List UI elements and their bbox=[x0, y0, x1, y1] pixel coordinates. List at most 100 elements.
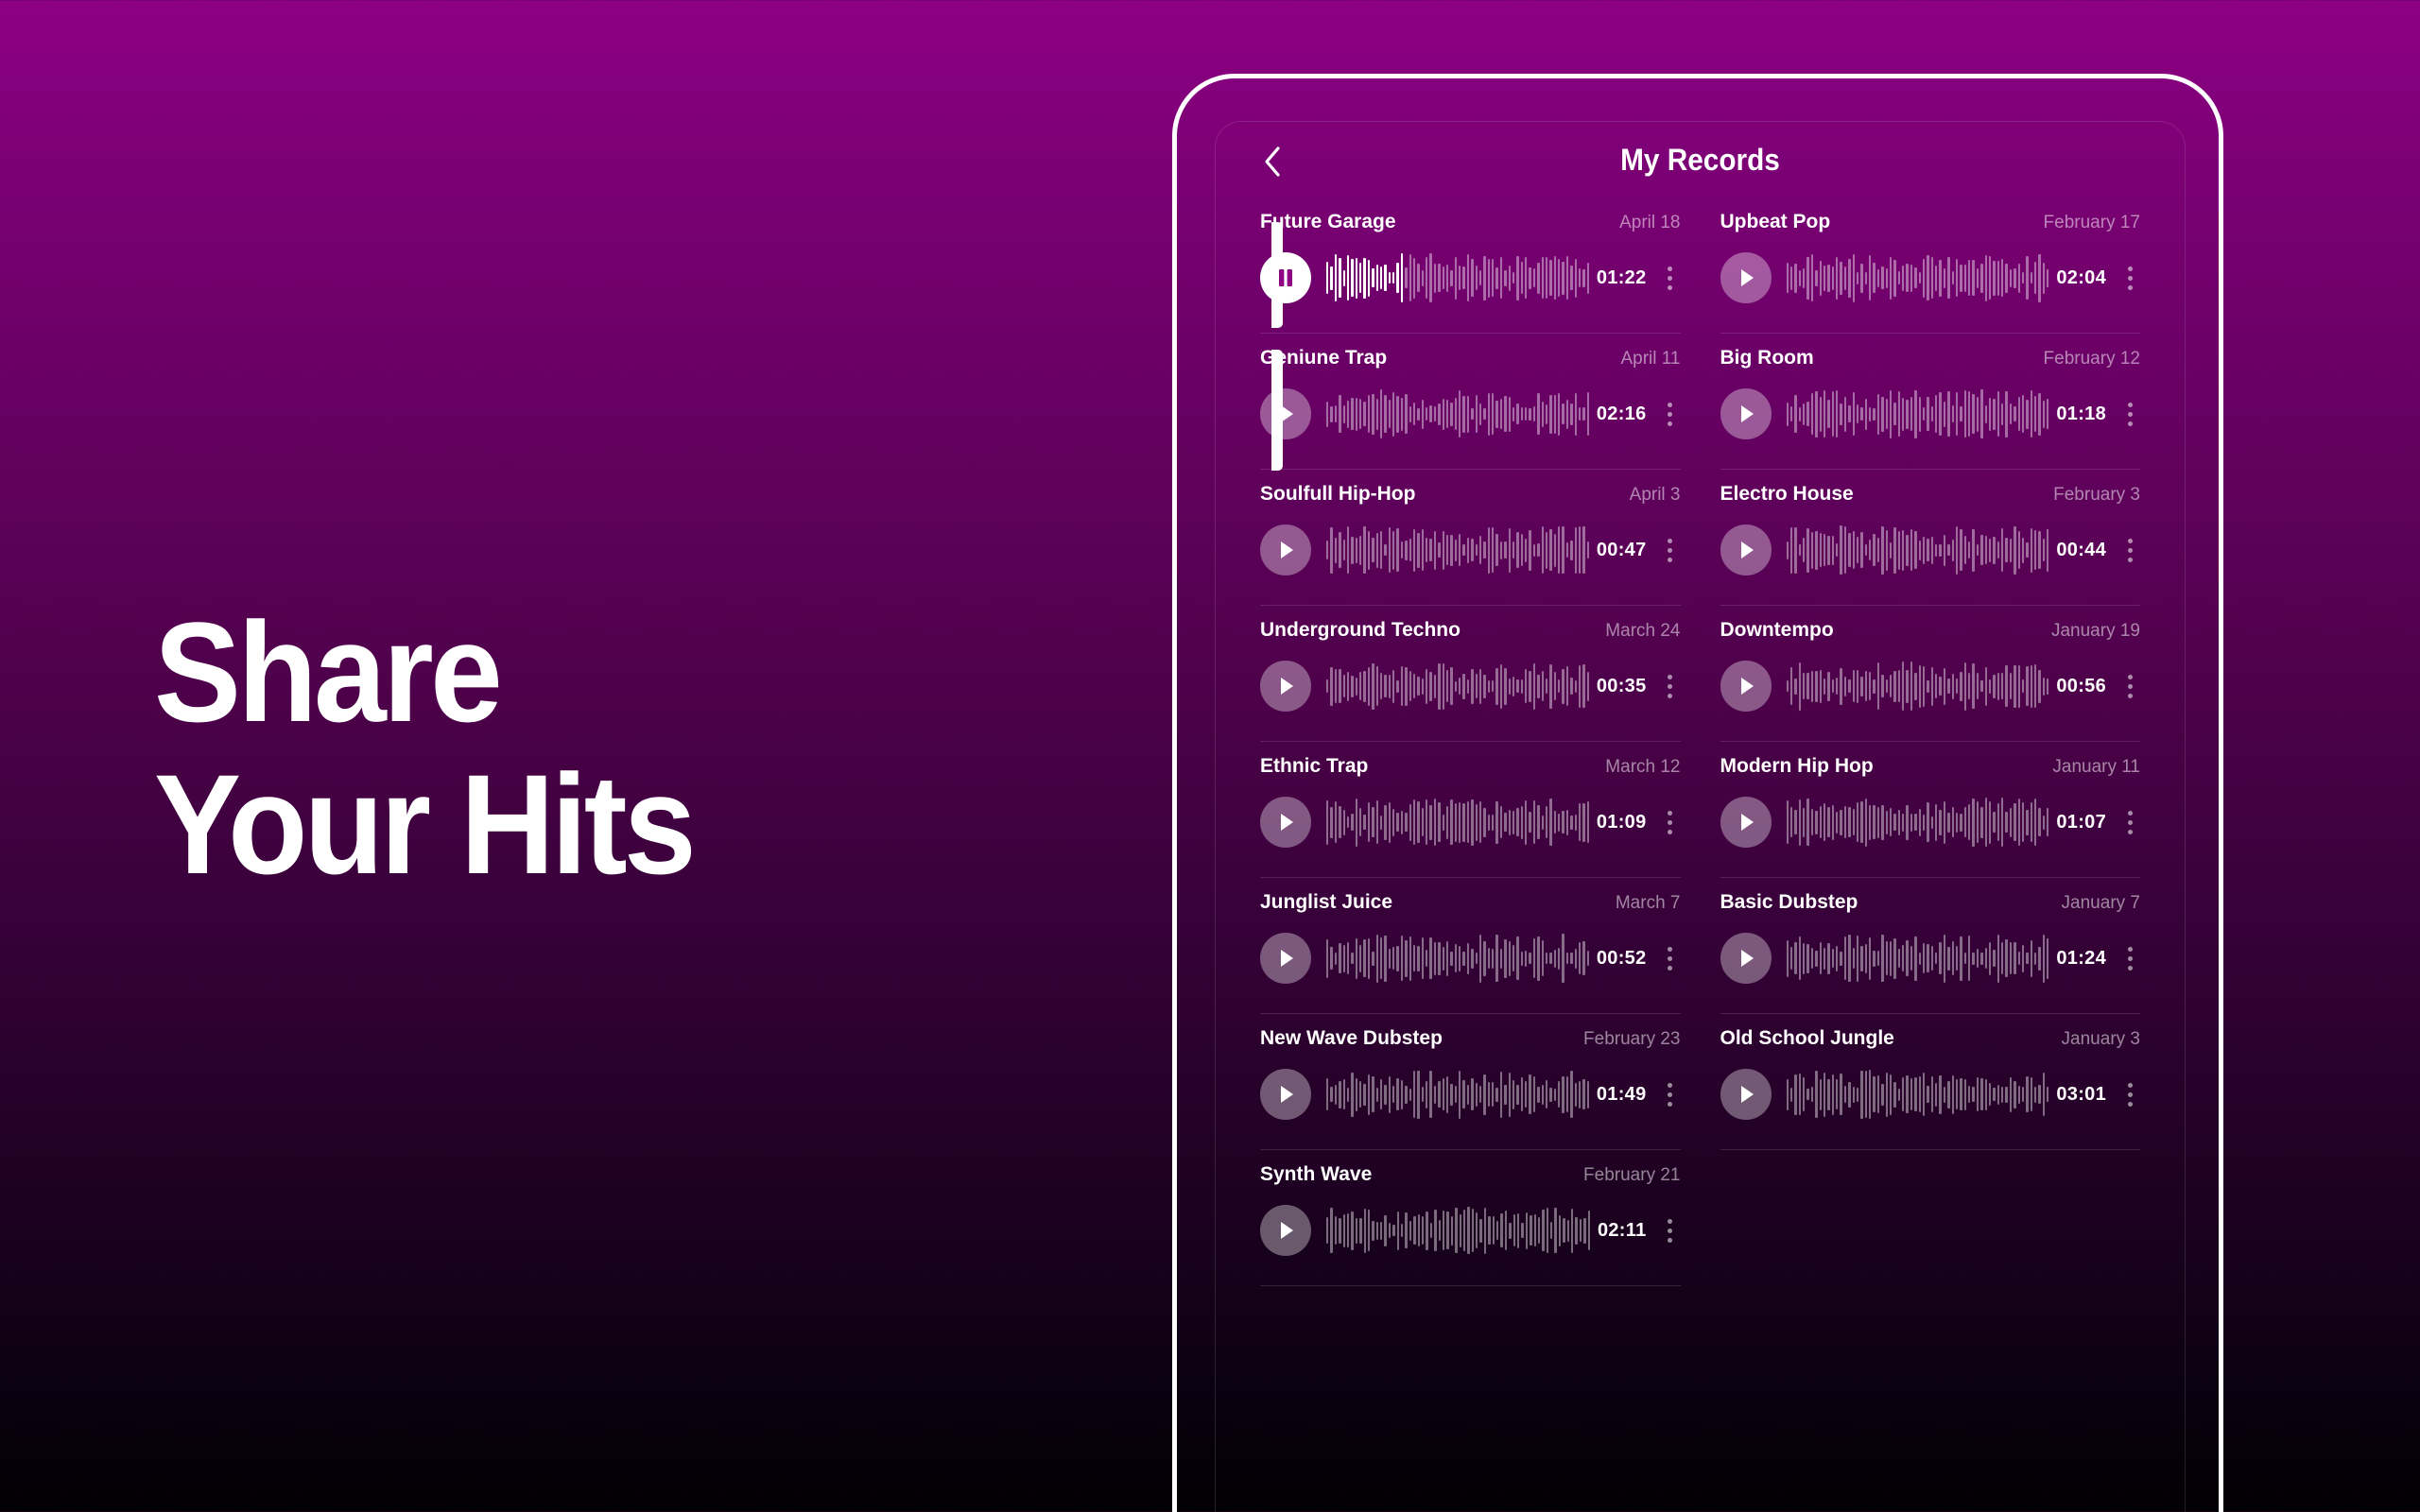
waveform-bar bbox=[1910, 946, 1913, 971]
record-row[interactable]: Underground Techno March 24 00:35 bbox=[1260, 606, 1681, 742]
record-row[interactable]: Soulfull Hip-Hop April 3 00:47 bbox=[1260, 470, 1681, 606]
more-options-icon[interactable] bbox=[1660, 531, 1681, 569]
record-row[interactable]: Junglist Juice March 7 00:52 bbox=[1260, 878, 1681, 1014]
waveform-bar bbox=[1334, 801, 1338, 843]
waveform[interactable] bbox=[1326, 796, 1589, 849]
waveform-bar bbox=[1372, 1076, 1374, 1112]
play-button[interactable] bbox=[1260, 1069, 1311, 1120]
waveform[interactable] bbox=[1786, 932, 2049, 985]
waveform-bar bbox=[1359, 1081, 1362, 1108]
waveform-bar bbox=[1521, 1223, 1524, 1238]
more-options-icon[interactable] bbox=[1660, 667, 1681, 705]
waveform-bar bbox=[1495, 266, 1498, 289]
record-row[interactable]: Ethnic Trap March 12 01:09 bbox=[1260, 742, 1681, 878]
waveform-bar bbox=[1483, 807, 1486, 837]
pause-button[interactable] bbox=[1260, 252, 1311, 303]
waveform-bar bbox=[1400, 936, 1404, 981]
waveform-bar bbox=[1810, 254, 1814, 301]
more-options-icon[interactable] bbox=[1660, 803, 1681, 841]
waveform-bar bbox=[1968, 260, 1971, 296]
waveform[interactable] bbox=[1786, 251, 2049, 304]
waveform-bar bbox=[1860, 407, 1863, 421]
waveform-bar bbox=[1972, 663, 1975, 709]
waveform-bar bbox=[1520, 407, 1523, 421]
waveform-bar bbox=[1918, 808, 1921, 836]
waveform-bar bbox=[1803, 1077, 1806, 1111]
play-button[interactable] bbox=[1720, 933, 1772, 984]
waveform-bar bbox=[1442, 398, 1444, 430]
waveform[interactable] bbox=[1326, 932, 1589, 985]
record-row[interactable]: Old School Jungle January 3 03:01 bbox=[1720, 1014, 2140, 1150]
waveform-bar bbox=[1488, 1216, 1491, 1245]
waveform-bar bbox=[1533, 1214, 1536, 1246]
waveform-bar bbox=[1405, 540, 1408, 560]
waveform[interactable] bbox=[1326, 1068, 1589, 1121]
more-options-icon[interactable] bbox=[2119, 395, 2140, 433]
waveform[interactable] bbox=[1786, 1068, 2049, 1121]
more-options-icon[interactable] bbox=[1660, 1211, 1681, 1249]
more-options-icon[interactable] bbox=[2119, 1075, 2140, 1113]
waveform[interactable] bbox=[1786, 660, 2049, 713]
more-options-icon[interactable] bbox=[1660, 1075, 1681, 1113]
more-options-icon[interactable] bbox=[2119, 939, 2140, 977]
waveform[interactable] bbox=[1326, 387, 1589, 440]
more-options-icon[interactable] bbox=[1660, 939, 1681, 977]
play-icon bbox=[1276, 948, 1295, 969]
waveform-bar bbox=[1910, 662, 1913, 711]
play-button[interactable] bbox=[1260, 933, 1311, 984]
record-row[interactable]: Downtempo January 19 00:56 bbox=[1720, 606, 2140, 742]
play-button[interactable] bbox=[1720, 252, 1772, 303]
play-button[interactable] bbox=[1260, 797, 1311, 848]
record-row[interactable]: Electro House February 3 00:44 bbox=[1720, 470, 2140, 606]
play-button[interactable] bbox=[1260, 1205, 1311, 1256]
waveform-bar bbox=[1910, 1078, 1913, 1110]
waveform[interactable] bbox=[1326, 524, 1589, 576]
play-button[interactable] bbox=[1260, 661, 1311, 712]
waveform-bar bbox=[1471, 408, 1474, 420]
play-button[interactable] bbox=[1260, 388, 1311, 439]
more-options-icon[interactable] bbox=[1660, 259, 1681, 297]
play-button[interactable] bbox=[1260, 524, 1311, 576]
waveform-bar bbox=[1927, 1086, 1929, 1103]
waveform-bar bbox=[1396, 395, 1399, 433]
record-row[interactable]: Geniune Trap April 11 02:16 bbox=[1260, 334, 1681, 470]
record-row[interactable]: Synth Wave February 21 02:11 bbox=[1260, 1150, 1681, 1286]
waveform[interactable] bbox=[1326, 251, 1589, 304]
record-row[interactable]: Modern Hip Hop January 11 01:07 bbox=[1720, 742, 2140, 878]
waveform-bar bbox=[1346, 1087, 1350, 1102]
waveform-bar bbox=[1586, 262, 1589, 294]
more-options-icon[interactable] bbox=[1660, 395, 1681, 433]
record-row[interactable]: Big Room February 12 01:18 bbox=[1720, 334, 2140, 470]
waveform[interactable] bbox=[1786, 387, 2049, 440]
record-duration: 02:11 bbox=[1597, 1219, 1647, 1241]
record-row[interactable]: New Wave Dubstep February 23 01:49 bbox=[1260, 1014, 1681, 1150]
more-options-icon[interactable] bbox=[2119, 259, 2140, 297]
waveform-bar bbox=[1545, 531, 1548, 569]
waveform-bar bbox=[1384, 804, 1387, 840]
more-options-icon[interactable] bbox=[2119, 667, 2140, 705]
waveform[interactable] bbox=[1786, 796, 2049, 849]
more-options-icon[interactable] bbox=[2119, 803, 2140, 841]
waveform-bar bbox=[1803, 673, 1806, 699]
play-button[interactable] bbox=[1720, 797, 1772, 848]
waveform-bar bbox=[1860, 801, 1863, 843]
waveform-bar bbox=[1426, 407, 1428, 421]
waveform-bar bbox=[1963, 390, 1966, 438]
record-row[interactable]: Basic Dubstep January 7 01:24 bbox=[1720, 878, 2140, 1014]
waveform[interactable] bbox=[1786, 524, 2049, 576]
play-button[interactable] bbox=[1720, 524, 1772, 576]
waveform[interactable] bbox=[1326, 660, 1589, 713]
record-row[interactable]: Future Garage April 18 01:22 bbox=[1260, 198, 1681, 334]
play-button[interactable] bbox=[1720, 388, 1772, 439]
waveform-bar bbox=[1508, 265, 1511, 291]
more-options-icon[interactable] bbox=[2119, 531, 2140, 569]
waveform-bar bbox=[1400, 666, 1404, 706]
waveform[interactable] bbox=[1326, 1204, 1590, 1257]
play-button[interactable] bbox=[1720, 1069, 1772, 1120]
record-row[interactable]: Upbeat Pop February 17 02:04 bbox=[1720, 198, 2140, 334]
waveform-bar bbox=[1876, 268, 1880, 287]
record-title: Future Garage bbox=[1260, 211, 1396, 232]
play-button[interactable] bbox=[1720, 661, 1772, 712]
waveform-bar bbox=[1375, 398, 1378, 430]
waveform-bar bbox=[1831, 679, 1834, 693]
